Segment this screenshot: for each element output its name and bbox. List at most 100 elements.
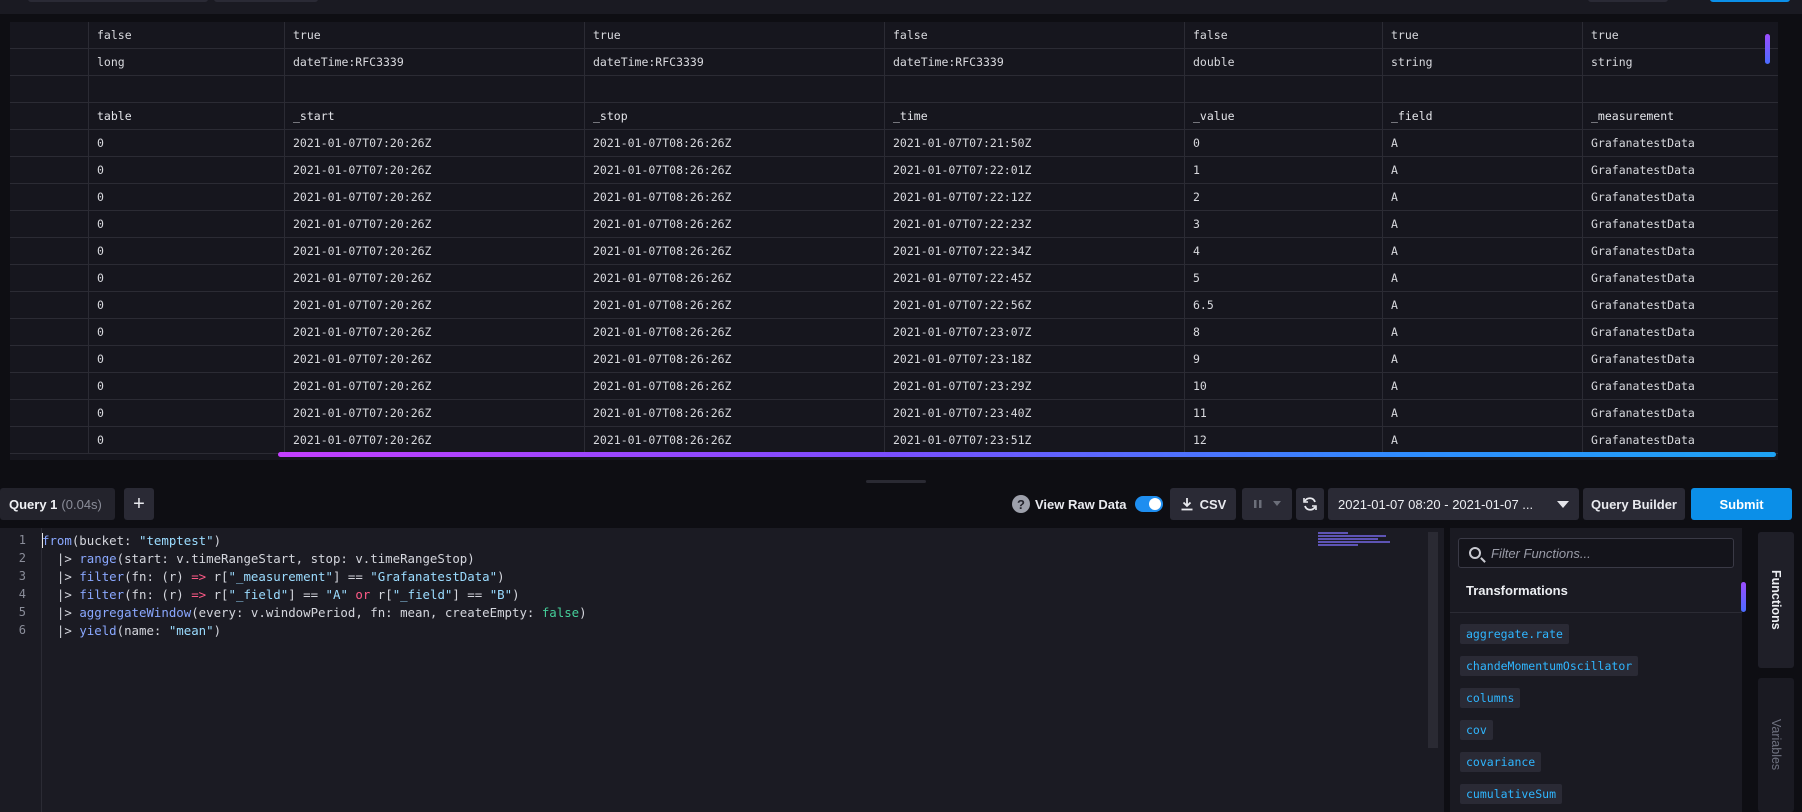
table-cell: 2021-01-07T07:20:26Z — [284, 265, 584, 292]
table-row: 0 2021-01-07T07:20:26Z 2021-01-07T08:26:26… — [10, 184, 1778, 211]
function-item-cov[interactable]: cov — [1460, 720, 1493, 740]
tab-functions[interactable]: Functions — [1758, 532, 1794, 668]
tab-variables-label: Variables — [1769, 719, 1783, 771]
table-cell: A — [1382, 319, 1582, 346]
query-builder-button[interactable]: Query Builder — [1583, 488, 1685, 520]
table-cell — [284, 76, 584, 103]
table-cell: 2021-01-07T07:20:26Z — [284, 400, 584, 427]
table-cell: 1 — [1184, 157, 1382, 184]
table-cell: 0 — [88, 265, 284, 292]
minimap-line — [1318, 535, 1386, 537]
table-cell: A — [1382, 211, 1582, 238]
editor-scrollbar[interactable] — [1428, 532, 1438, 748]
table-cell — [10, 373, 88, 400]
table-cell: 0 — [88, 373, 284, 400]
table-cell — [10, 292, 88, 319]
code-line-5: |> aggregateWindow(every: v.windowPeriod… — [42, 605, 587, 620]
column-header: _time — [884, 103, 1184, 130]
line-number: 2 — [18, 551, 26, 565]
table-cell: GrafanatestData — [1582, 373, 1778, 400]
table-cell: 2021-01-07T07:20:26Z — [284, 211, 584, 238]
table-cell: 2021-01-07T08:26:26Z — [584, 265, 884, 292]
code-line-3: |> filter(fn: (r) => r["_measurement"] =… — [42, 569, 505, 584]
view-raw-data-toggle[interactable] — [1134, 496, 1163, 512]
table-horizontal-scrollbar[interactable] — [278, 452, 1776, 457]
csv-download-button[interactable]: CSV — [1170, 488, 1236, 520]
functions-scrollbar[interactable] — [1741, 582, 1746, 612]
tab-variables[interactable]: Variables — [1758, 678, 1794, 812]
function-item-covariance[interactable]: covariance — [1460, 752, 1542, 772]
code-line-6: |> yield(name: "mean") — [42, 623, 222, 638]
table-meta-row: false true true false false true true — [10, 22, 1778, 49]
code-line-1: from(bucket: "temptest") — [42, 533, 222, 548]
table-cell: 2021-01-07T08:26:26Z — [584, 427, 884, 454]
refresh-icon — [1303, 497, 1317, 511]
table-cell: true — [284, 22, 584, 49]
flux-script-editor[interactable]: 1 2 3 4 5 6 from(bucket: "temptest") |> … — [0, 528, 1444, 812]
query-tab-label: Query 1 — [9, 496, 58, 512]
table-vertical-scrollbar[interactable] — [1765, 34, 1770, 64]
table-cell — [10, 184, 88, 211]
help-icon[interactable]: ? — [1012, 495, 1030, 513]
refresh-button[interactable] — [1296, 488, 1324, 520]
table-cell: string — [1382, 49, 1582, 76]
table-meta-row — [10, 76, 1778, 103]
table-cell — [10, 319, 88, 346]
function-item-chande-momentum-oscillator[interactable]: chandeMomentumOscillator — [1460, 656, 1639, 676]
table-cell: GrafanatestData — [1582, 265, 1778, 292]
function-item-columns[interactable]: columns — [1460, 688, 1521, 708]
function-item-aggregate-rate[interactable]: aggregate.rate — [1460, 624, 1569, 644]
plus-icon: + — [133, 492, 145, 515]
table-cell: 2021-01-07T07:20:26Z — [284, 346, 584, 373]
table-cell: 2021-01-07T07:22:01Z — [884, 157, 1184, 184]
add-query-button[interactable]: + — [124, 488, 154, 520]
table-cell: 2021-01-07T08:26:26Z — [584, 373, 884, 400]
code-line-2: |> range(start: v.timeRangeStart, stop: … — [42, 551, 475, 566]
top-control-4[interactable] — [1710, 0, 1790, 2]
table-row: 0 2021-01-07T07:20:26Z 2021-01-07T08:26:26… — [10, 130, 1778, 157]
minimap-line — [1318, 544, 1358, 546]
table-cell: A — [1382, 184, 1582, 211]
submit-button[interactable]: Submit — [1691, 488, 1792, 520]
table-cell: 2021-01-07T07:23:29Z — [884, 373, 1184, 400]
tab-query-1[interactable]: Query 1 (0.04s) — [0, 488, 115, 520]
filter-functions-input[interactable] — [1491, 545, 1711, 561]
table-cell: 12 — [1184, 427, 1382, 454]
editor-minimap[interactable] — [1318, 532, 1396, 548]
table-cell — [10, 22, 88, 49]
table-cell: A — [1382, 157, 1582, 184]
table-cell: 10 — [1184, 373, 1382, 400]
table-cell — [10, 427, 88, 454]
time-range-dropdown[interactable]: 2021-01-07 08:20 - 2021-01-07 ... — [1328, 488, 1579, 520]
table-row: 0 2021-01-07T07:20:26Z 2021-01-07T08:26:26… — [10, 157, 1778, 184]
minimap-line — [1318, 532, 1348, 534]
column-header: _stop — [584, 103, 884, 130]
table-cell: 2021-01-07T08:26:26Z — [584, 130, 884, 157]
function-item-cumulative-sum[interactable]: cumulativeSum — [1460, 784, 1563, 804]
top-control-3[interactable] — [1588, 0, 1668, 2]
table-cell — [10, 211, 88, 238]
table-cell: false — [1184, 22, 1382, 49]
panel-resize-divider[interactable] — [0, 477, 1802, 485]
table-cell: 2021-01-07T07:22:45Z — [884, 265, 1184, 292]
table-cell: 2021-01-07T07:23:18Z — [884, 346, 1184, 373]
table-cell: GrafanatestData — [1582, 130, 1778, 157]
raw-data-table: false true true false false true true long dateT… — [10, 22, 1778, 460]
table-cell: 2021-01-07T08:26:26Z — [584, 211, 884, 238]
table-cell — [10, 238, 88, 265]
table-cell: 0 — [88, 130, 284, 157]
top-control-2[interactable] — [214, 0, 318, 2]
submit-label: Submit — [1719, 496, 1764, 512]
table-cell: 2021-01-07T08:26:26Z — [584, 157, 884, 184]
table-cell: 2021-01-07T07:20:26Z — [284, 292, 584, 319]
top-toolbar-strip — [0, 0, 1802, 14]
table-header-row: table _start _stop _time _value _field _measur… — [10, 103, 1778, 130]
table-cell: 2021-01-07T07:22:23Z — [884, 211, 1184, 238]
table-cell: GrafanatestData — [1582, 427, 1778, 454]
line-number: 1 — [18, 533, 26, 547]
autorefresh-dropdown[interactable] — [1242, 488, 1292, 520]
minimap-line — [1318, 538, 1378, 540]
top-control-1[interactable] — [28, 0, 208, 2]
resize-grip[interactable] — [866, 480, 926, 483]
table-cell: 2021-01-07T08:26:26Z — [584, 292, 884, 319]
